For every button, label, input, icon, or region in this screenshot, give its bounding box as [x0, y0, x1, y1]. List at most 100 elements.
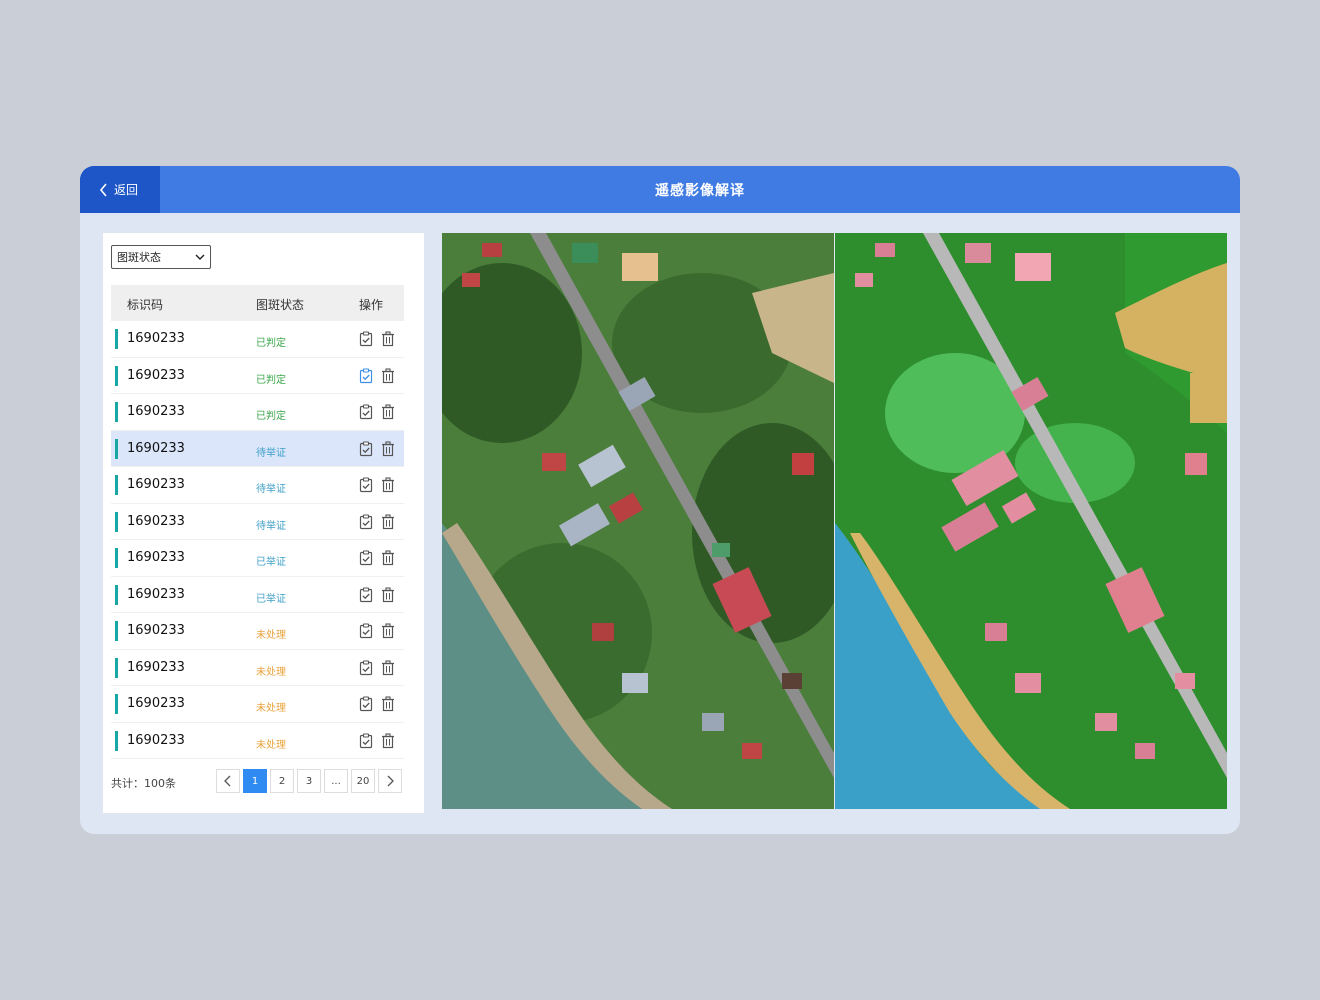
- clipboard-check-icon[interactable]: [359, 659, 373, 676]
- chevron-right-icon: [387, 775, 394, 787]
- row-status: 已举证: [256, 593, 286, 605]
- row-code: 1690233: [127, 440, 185, 456]
- chevron-down-icon: [195, 254, 205, 260]
- column-header-code: 标识码: [127, 298, 164, 312]
- row-indicator: [115, 511, 118, 532]
- row-status: 待举证: [256, 447, 286, 459]
- row-indicator: [115, 657, 118, 678]
- trash-icon[interactable]: [381, 477, 395, 493]
- page-button[interactable]: 3: [297, 769, 321, 793]
- row-status: 未处理: [256, 630, 286, 641]
- table-row[interactable]: 1690233 未处理: [111, 650, 404, 686]
- table-row[interactable]: 1690233 待举证: [111, 430, 404, 467]
- row-code: 1690233: [127, 513, 185, 529]
- page-button[interactable]: 20: [351, 769, 375, 793]
- row-indicator: [115, 475, 118, 495]
- classification-result-graphic: [835, 233, 1227, 809]
- row-code: 1690233: [127, 404, 185, 419]
- row-status: 已举证: [256, 557, 286, 568]
- table-row[interactable]: 1690233 已举证: [111, 577, 404, 613]
- chevron-left-icon: [99, 182, 107, 197]
- clipboard-check-icon[interactable]: [359, 404, 373, 420]
- clipboard-check-icon[interactable]: [359, 586, 373, 603]
- row-code: 1690233: [127, 659, 185, 675]
- clipboard-check-icon[interactable]: [359, 623, 373, 639]
- satellite-image-graphic: [442, 233, 834, 809]
- row-code: 1690233: [127, 696, 185, 711]
- row-status: 未处理: [256, 739, 286, 751]
- table-header: 标识码 图斑状态 操作: [111, 285, 404, 321]
- trash-icon[interactable]: [381, 513, 395, 530]
- clipboard-check-icon[interactable]: [359, 440, 373, 457]
- row-indicator: [115, 329, 118, 349]
- column-header-status: 图斑状态: [256, 298, 305, 312]
- row-code: 1690233: [127, 367, 185, 383]
- row-code: 1690233: [127, 331, 185, 346]
- satellite-image[interactable]: [442, 233, 834, 809]
- page-button[interactable]: ...: [324, 769, 348, 793]
- row-status: 已判定: [256, 338, 286, 349]
- table-row[interactable]: 1690233 待举证: [111, 504, 404, 540]
- row-status: 待举证: [256, 520, 286, 532]
- trash-icon[interactable]: [381, 550, 395, 566]
- total-count: 共计：100条: [111, 777, 176, 790]
- clipboard-check-icon[interactable]: [359, 331, 373, 347]
- page-button[interactable]: 1: [243, 769, 267, 793]
- imagery-viewer: [442, 233, 1227, 809]
- row-code: 1690233: [127, 623, 185, 638]
- trash-icon[interactable]: [381, 440, 395, 457]
- table-row[interactable]: 1690233 已判定: [111, 321, 404, 358]
- row-code: 1690233: [127, 732, 185, 748]
- row-status: 已判定: [256, 411, 286, 422]
- clipboard-check-icon[interactable]: [359, 367, 373, 384]
- table-row[interactable]: 1690233 未处理: [111, 686, 404, 723]
- trash-icon[interactable]: [381, 623, 395, 639]
- row-status: 待举证: [256, 484, 286, 495]
- prev-page-button[interactable]: [216, 769, 240, 793]
- row-indicator: [115, 438, 118, 459]
- row-indicator: [115, 694, 118, 714]
- title-bar: 返回 遥感影像解译: [80, 166, 1240, 213]
- row-indicator: [115, 730, 118, 751]
- trash-icon[interactable]: [381, 331, 395, 347]
- row-indicator: [115, 548, 118, 568]
- row-indicator: [115, 621, 118, 641]
- back-button[interactable]: 返回: [80, 166, 160, 213]
- row-indicator: [115, 402, 118, 422]
- clipboard-check-icon[interactable]: [359, 696, 373, 712]
- table-row[interactable]: 1690233 已判定: [111, 394, 404, 431]
- clipboard-check-icon[interactable]: [359, 550, 373, 566]
- background: 返回 遥感影像解译 图斑状态 标识码 图斑状态 操作 1690233 已判定 169…: [0, 0, 1320, 1000]
- classification-result-image[interactable]: [835, 233, 1227, 809]
- status-filter-value: 图斑状态: [117, 251, 161, 264]
- row-code: 1690233: [127, 550, 185, 565]
- trash-icon[interactable]: [381, 586, 395, 603]
- trash-icon[interactable]: [381, 404, 395, 420]
- clipboard-check-icon[interactable]: [359, 477, 373, 493]
- page-title: 遥感影像解译: [655, 182, 745, 199]
- table-row[interactable]: 1690233 未处理: [111, 723, 404, 759]
- row-indicator: [115, 365, 118, 386]
- row-status: 未处理: [256, 666, 286, 678]
- trash-icon[interactable]: [381, 367, 395, 384]
- trash-icon[interactable]: [381, 732, 395, 749]
- patch-list-panel: 图斑状态 标识码 图斑状态 操作 1690233 已判定 1690233 已判定 169…: [103, 233, 424, 813]
- clipboard-check-icon[interactable]: [359, 732, 373, 749]
- clipboard-check-icon[interactable]: [359, 513, 373, 530]
- table-row[interactable]: 1690233 已举证: [111, 540, 404, 577]
- row-status: 已判定: [256, 374, 286, 386]
- status-filter-select[interactable]: 图斑状态: [111, 245, 211, 269]
- trash-icon[interactable]: [381, 696, 395, 712]
- trash-icon[interactable]: [381, 659, 395, 676]
- table-row[interactable]: 1690233 未处理: [111, 613, 404, 650]
- page-button[interactable]: 2: [270, 769, 294, 793]
- patch-table-body: 1690233 已判定 1690233 已判定 1690233 已判定 1690233 待举证…: [111, 321, 404, 759]
- table-row[interactable]: 1690233 待举证: [111, 467, 404, 504]
- chevron-left-icon: [224, 775, 231, 787]
- next-page-button[interactable]: [378, 769, 402, 793]
- row-status: 未处理: [256, 703, 286, 714]
- back-label: 返回: [114, 183, 139, 197]
- table-row[interactable]: 1690233 已判定: [111, 358, 404, 394]
- row-indicator: [115, 584, 118, 605]
- column-header-actions: 操作: [359, 298, 384, 312]
